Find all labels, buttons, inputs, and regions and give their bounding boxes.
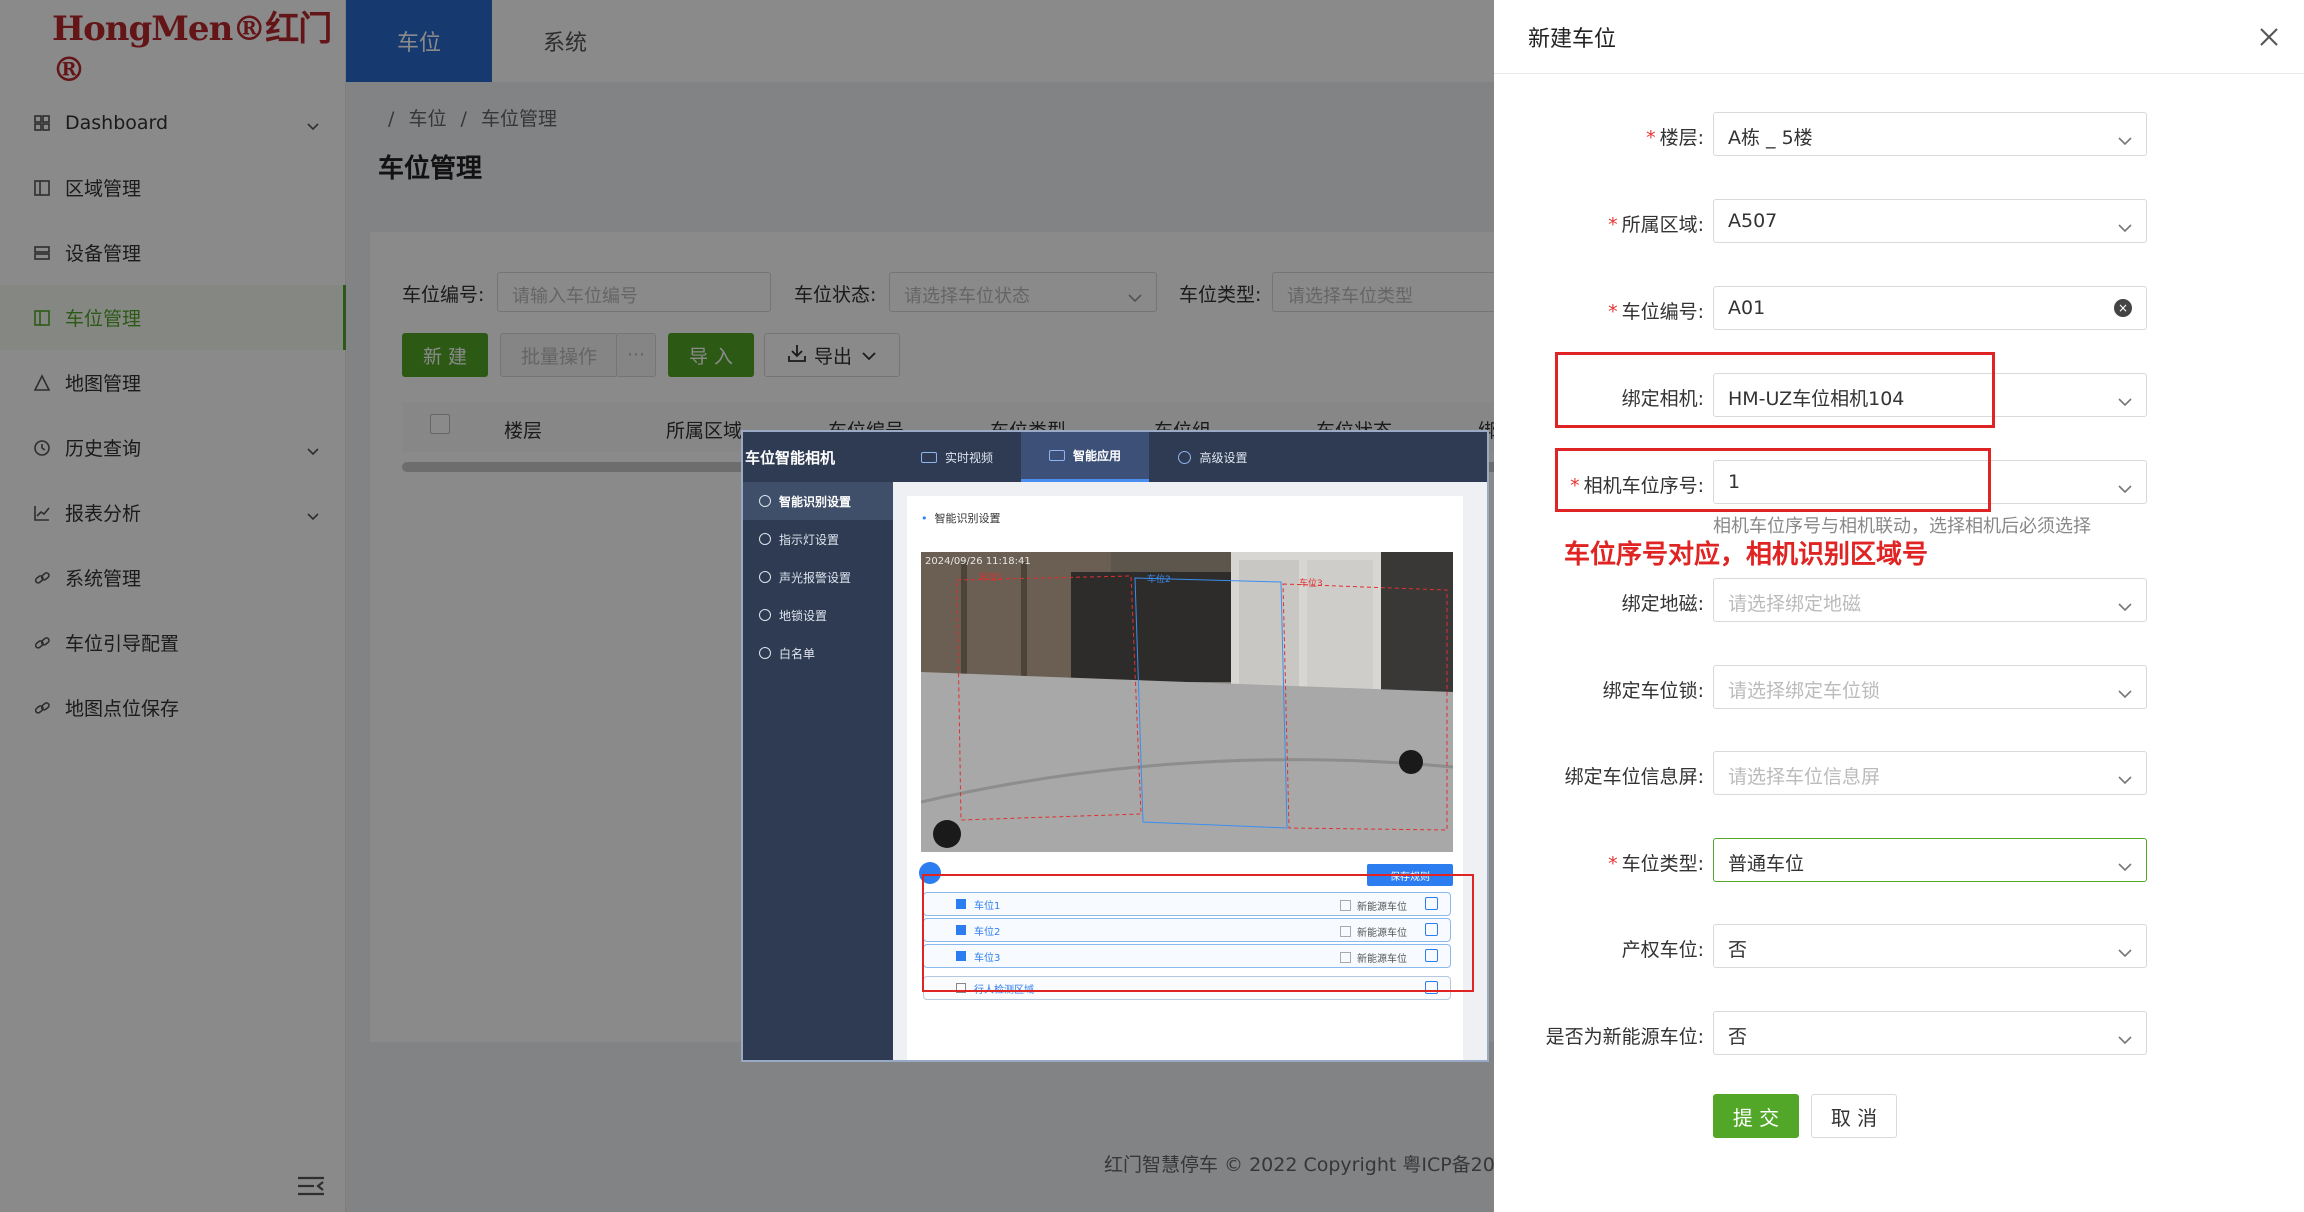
chevron-down-icon <box>2118 129 2132 151</box>
required-mark: * <box>1608 301 1618 323</box>
camera-tab-live[interactable]: 实时视频 <box>893 432 1021 482</box>
camera-menu-item[interactable]: 白名单 <box>743 634 893 672</box>
field-label: 产权车位: <box>1494 935 1704 962</box>
required-mark: * <box>1608 214 1618 236</box>
annotation-note: 车位序号对应，相机识别区域号 <box>1564 540 1929 570</box>
field-label: 绑定地磁: <box>1494 589 1704 616</box>
camera-scene: 车位1 车位2 车位3 <box>921 552 1453 852</box>
field-label-text: 产权车位: <box>1621 939 1704 961</box>
form-field[interactable]: 请选择绑定地磁 <box>1713 578 2147 622</box>
annotation-box-camera-regions <box>922 874 1474 992</box>
camera-live-image: 车位1 车位2 车位3 2024/09/26 11:18:41 <box>921 552 1453 852</box>
chevron-down-icon <box>2118 768 2132 790</box>
camera-menu-item[interactable]: 指示灯设置 <box>743 520 893 558</box>
required-mark: * <box>1646 127 1656 149</box>
form-field[interactable]: 请选择绑定车位锁 <box>1713 665 2147 709</box>
field-value: A01 <box>1728 297 1766 319</box>
sliders-icon <box>1048 450 1065 461</box>
camera-menu-item[interactable]: 地锁设置 <box>743 596 893 634</box>
camera-app-title: 车位智能相机 <box>745 448 836 467</box>
field-label-text: 绑定车位锁: <box>1602 680 1704 702</box>
field-label: 绑定车位锁: <box>1494 676 1704 703</box>
required-mark: * <box>1608 853 1618 875</box>
field-value: A507 <box>1728 210 1778 232</box>
field-label-text: 车位类型: <box>1621 853 1704 875</box>
camera-tab-label: 智能应用 <box>1072 449 1121 463</box>
field-label-text: 车位编号: <box>1621 301 1704 323</box>
new-parking-drawer: 新建车位 * 楼层: A栋 _ 5楼 * 所属区域: A507 * 车位编号: A01 × 绑定相机… <box>1494 0 2304 1212</box>
form-field[interactable]: 否 <box>1713 924 2147 968</box>
field-label: * 所属区域: <box>1494 210 1704 237</box>
camera-sidebar: 车位智能相机 智能识别设置 指示灯设置声光报警设置 地锁设置白名单 <box>743 432 893 1060</box>
field-value: 否 <box>1728 1026 1748 1048</box>
field-value: 请选择绑定车位锁 <box>1728 680 1881 702</box>
menu-icon <box>759 609 771 621</box>
field-label-text: 是否为新能源车位: <box>1545 1026 1704 1048</box>
field-label: * 车位类型: <box>1494 849 1704 876</box>
form-field[interactable]: A01 × <box>1713 286 2147 330</box>
camera-timestamp: 2024/09/26 11:18:41 <box>925 556 1031 567</box>
camera-menu-label: 地锁设置 <box>779 608 828 623</box>
field-value: 请选择车位信息屏 <box>1728 766 1881 788</box>
field-label-text: 所属区域: <box>1621 214 1704 236</box>
camera-tab-advanced[interactable]: 高级设置 <box>1149 432 1277 482</box>
camera-menu-item[interactable]: 声光报警设置 <box>743 558 893 596</box>
menu-icon <box>759 647 771 659</box>
chevron-down-icon <box>2118 216 2132 238</box>
camera-tab-label: 高级设置 <box>1199 450 1248 465</box>
cancel-button[interactable]: 取 消 <box>1811 1094 1897 1138</box>
field-label: 绑定车位信息屏: <box>1494 762 1704 789</box>
chevron-down-icon <box>2118 1028 2132 1050</box>
form-field[interactable]: A507 <box>1713 199 2147 243</box>
camera-tab-label: 实时视频 <box>944 450 993 465</box>
form-field[interactable]: 普通车位 <box>1713 838 2147 882</box>
submit-button[interactable]: 提 交 <box>1713 1094 1799 1138</box>
camera-menu-label: 指示灯设置 <box>779 532 840 547</box>
field-value: 否 <box>1728 939 1748 961</box>
region-tag: 车位1 <box>979 571 1003 583</box>
field-label-text: 绑定车位信息屏: <box>1564 766 1704 788</box>
region-tag: 车位2 <box>1147 573 1171 585</box>
form-field[interactable]: A栋 _ 5楼 <box>1713 112 2147 156</box>
close-icon[interactable] <box>2258 26 2280 52</box>
form-field[interactable]: 否 <box>1713 1011 2147 1055</box>
field-label: * 车位编号: <box>1494 297 1704 324</box>
camera-menu-label: 智能识别设置 <box>779 494 852 509</box>
annotation-box-camera <box>1555 352 1995 428</box>
field-label: 是否为新能源车位: <box>1494 1022 1704 1049</box>
chevron-down-icon <box>2118 390 2132 412</box>
video-icon <box>920 451 937 463</box>
field-value: A栋 _ 5楼 <box>1728 127 1813 149</box>
camera-section-text: 智能识别设置 <box>934 512 1001 525</box>
menu-icon <box>759 495 771 507</box>
region-tag: 车位3 <box>1299 577 1323 589</box>
camera-tab-smart[interactable]: 智能应用 <box>1021 432 1149 482</box>
camera-menu-label: 声光报警设置 <box>779 570 852 585</box>
field-value: 普通车位 <box>1728 853 1805 875</box>
chevron-down-icon <box>2118 941 2132 963</box>
field-label-text: 绑定地磁: <box>1621 593 1704 615</box>
camera-menu-label: 白名单 <box>779 646 816 661</box>
camera-tabs: 实时视频 智能应用 高级设置 <box>893 432 1487 482</box>
chevron-down-icon <box>2118 682 2132 704</box>
drawer-title: 新建车位 <box>1494 0 2304 74</box>
menu-icon <box>759 571 771 583</box>
gear-icon <box>1178 450 1192 464</box>
chevron-down-icon <box>2118 477 2132 499</box>
form-field[interactable]: 请选择车位信息屏 <box>1713 751 2147 795</box>
menu-icon <box>759 533 771 545</box>
clear-icon[interactable]: × <box>2114 299 2132 317</box>
camera-section-title: • 智能识别设置 <box>921 512 1001 525</box>
field-label: * 楼层: <box>1494 123 1704 150</box>
field-label-text: 楼层: <box>1659 127 1704 149</box>
chevron-down-icon <box>2118 595 2132 617</box>
camera-menu-item[interactable]: 智能识别设置 <box>743 482 893 520</box>
field-value: 请选择绑定地磁 <box>1728 593 1862 615</box>
chevron-down-icon <box>2118 855 2132 877</box>
annotation-box-camera-seq <box>1555 448 1991 512</box>
